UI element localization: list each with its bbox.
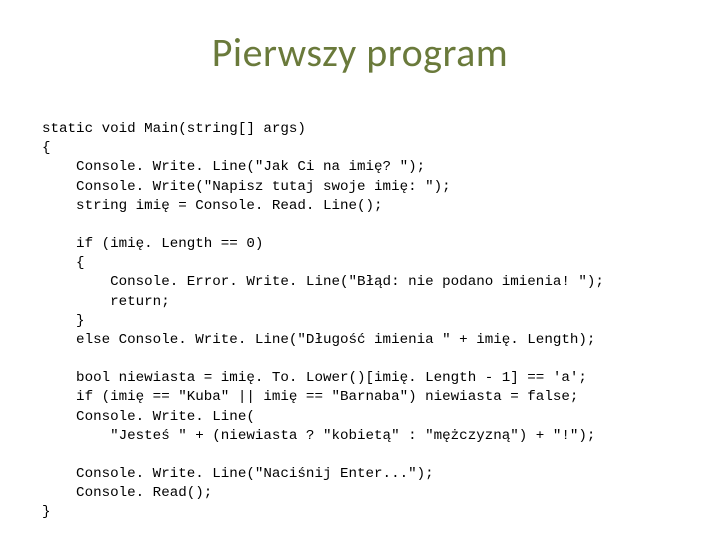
code-line: { bbox=[42, 140, 51, 156]
code-line: Console. Write. Line( bbox=[42, 409, 255, 425]
slide: Pierwszy program static void Main(string… bbox=[0, 0, 720, 540]
code-line: Console. Write. Line("Jak Ci na imię? ")… bbox=[42, 159, 425, 175]
code-line: Console. Error. Write. Line("Błąd: nie p… bbox=[42, 274, 604, 290]
code-line: return; bbox=[42, 294, 170, 310]
code-block: static void Main(string[] args) { Consol… bbox=[42, 120, 678, 523]
code-line: Console. Write("Napisz tutaj swoje imię:… bbox=[42, 179, 451, 195]
code-line: string imię = Console. Read. Line(); bbox=[42, 198, 383, 214]
code-line: else Console. Write. Line("Długość imien… bbox=[42, 332, 595, 348]
code-line: Console. Read(); bbox=[42, 485, 212, 501]
code-line: } bbox=[42, 504, 51, 520]
code-line: { bbox=[42, 255, 85, 271]
slide-title: Pierwszy program bbox=[0, 28, 720, 77]
code-line: if (imię == "Kuba" || imię == "Barnaba")… bbox=[42, 389, 578, 405]
code-line: static void Main(string[] args) bbox=[42, 121, 306, 137]
code-line: } bbox=[42, 313, 85, 329]
code-line: "Jesteś " + (niewiasta ? "kobietą" : "mę… bbox=[42, 428, 595, 444]
code-line: bool niewiasta = imię. To. Lower()[imię.… bbox=[42, 370, 587, 386]
code-line: if (imię. Length == 0) bbox=[42, 236, 263, 252]
code-line: Console. Write. Line("Naciśnij Enter..."… bbox=[42, 466, 434, 482]
